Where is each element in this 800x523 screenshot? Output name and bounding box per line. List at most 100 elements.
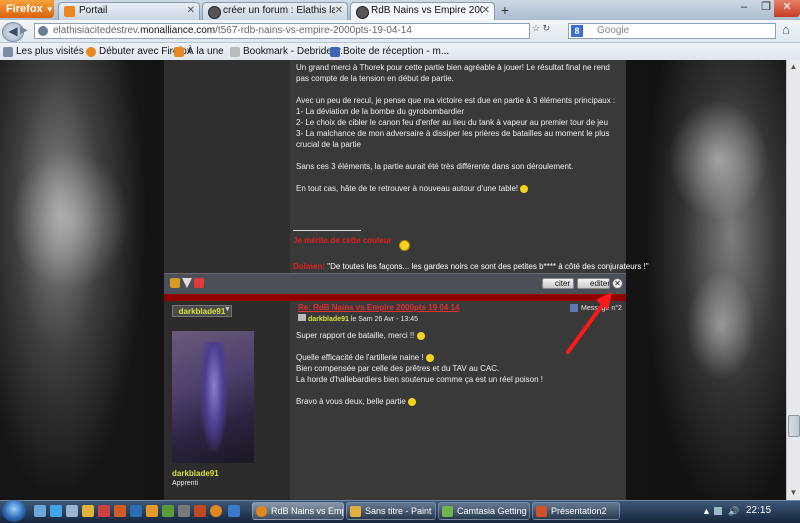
signature-line: Je mérite de cette couleur <box>293 236 392 245</box>
ie-icon[interactable] <box>50 505 62 517</box>
tab-label: RdB Nains vs Empire 2000pts 19 04 14 <box>371 5 483 16</box>
background-art-highlight <box>668 100 768 220</box>
poster-name-link[interactable]: darkblade91 <box>172 469 219 478</box>
taskbar-item-paint[interactable]: Sans titre - Paint <box>346 502 436 520</box>
report-icon[interactable] <box>194 278 204 288</box>
chevron-down-icon[interactable]: ▼ <box>224 306 231 313</box>
post-text: Un grand merci à Thorek pour cette parti… <box>296 63 610 83</box>
switch-windows-icon[interactable] <box>66 505 78 517</box>
taskbar-label: RdB Nains vs Empir... <box>271 506 343 516</box>
window-close-button[interactable]: ✕ <box>774 0 800 17</box>
bookmark-most-visited[interactable]: Les plus visités <box>3 44 84 59</box>
smiley-icon <box>520 184 529 193</box>
chevron-down-icon: ▼ <box>45 5 54 14</box>
paint-icon <box>350 506 361 517</box>
post-text: 2- Le choix de cibler le canon feu d'enf… <box>296 118 608 127</box>
show-desktop-icon[interactable] <box>34 505 46 517</box>
scroll-down-icon[interactable]: ▼ <box>787 486 800 499</box>
content-border-left <box>146 60 164 500</box>
tab-label: Portail <box>79 5 108 16</box>
firefox-icon[interactable] <box>210 505 222 517</box>
post-text: Sans ces 3 éléments, la partie aurait ét… <box>296 162 574 171</box>
bookmark-headlines[interactable]: À la une <box>174 44 224 59</box>
post2-author-link[interactable]: darkblade91 <box>308 316 349 323</box>
app-icon[interactable] <box>130 505 142 517</box>
taskbar-label: Sans titre - Paint <box>365 506 432 516</box>
app-icon[interactable] <box>98 505 110 517</box>
scroll-up-icon[interactable]: ▲ <box>787 60 800 73</box>
smiley-icon <box>408 397 417 406</box>
taskbar-label: Présentation2 <box>551 506 607 516</box>
start-button[interactable] <box>2 500 26 522</box>
app-icon[interactable] <box>114 505 126 517</box>
close-icon[interactable]: ✕ <box>482 3 490 19</box>
tab-creer-forum[interactable]: créer un forum : Elathis la Cité des Tr.… <box>202 2 348 20</box>
explorer-icon[interactable] <box>82 505 94 517</box>
taskbar-item-powerpoint[interactable]: Présentation2 <box>532 502 620 520</box>
scrollbar-thumb[interactable] <box>788 415 800 437</box>
tab-portail[interactable]: Portail ✕ <box>58 2 200 20</box>
app-icon[interactable] <box>146 505 158 517</box>
new-tab-button[interactable]: + <box>497 3 513 19</box>
post-icon <box>298 314 306 321</box>
content-border-right <box>626 60 648 500</box>
background-art-highlight <box>10 150 130 290</box>
bookmark-label: Boite de réception - m... <box>343 46 450 57</box>
username-label: darkblade91 <box>178 307 226 316</box>
chevron-up-icon[interactable]: ▲ <box>702 502 711 520</box>
taskbar-item-firefox[interactable]: RdB Nains vs Empir... <box>252 502 344 520</box>
signature-separator <box>293 230 361 231</box>
google-icon[interactable]: 8 <box>571 25 583 37</box>
firefox-icon <box>256 506 267 517</box>
forumactif-icon <box>208 6 221 19</box>
rss-icon <box>174 47 184 57</box>
bookmark-inbox[interactable]: Boite de réception - m... <box>330 44 449 59</box>
post-text: Bien compensée par celle des prêtres et … <box>296 364 500 373</box>
post1-profile-column <box>164 60 290 273</box>
post2-title-link[interactable]: Re: RdB Nains vs Empire 2000pts 19 04 14 <box>298 303 459 312</box>
minimize-button[interactable]: – <box>733 0 755 17</box>
signature-quote-line: Dolmen: "De toutes les façons... les gar… <box>293 262 649 271</box>
forward-button[interactable]: ▶ <box>20 24 34 38</box>
app-icon[interactable] <box>162 505 174 517</box>
site-identity-icon[interactable] <box>38 26 48 36</box>
username-button[interactable]: darkblade91 <box>172 305 232 317</box>
firefox-menu-button[interactable]: Firefox ▼ <box>0 0 54 18</box>
powerpoint-icon <box>536 506 547 517</box>
post-text: Avec un peu de recul, je pense que ma vi… <box>296 96 616 105</box>
url-domain: monalliance.com <box>140 25 216 36</box>
search-box[interactable]: Google <box>568 23 776 39</box>
reload-star-buttons[interactable]: ☆ ↻ <box>532 23 562 39</box>
background-art-highlight <box>686 270 756 380</box>
firefox-icon <box>86 47 96 57</box>
volume-icon[interactable]: 🔊 <box>728 502 739 520</box>
app-icon[interactable] <box>178 505 190 517</box>
url-path: /t567-rdb-nains-vs-empire-2000pts-19-04-… <box>215 25 412 36</box>
reload-icon[interactable]: ↻ <box>543 23 551 33</box>
close-icon[interactable]: ✕ <box>335 3 343 19</box>
network-icon[interactable] <box>714 507 722 515</box>
post-text: Super rapport de bataille, merci !! <box>296 331 415 340</box>
tab-label: créer un forum : Elathis la Cité des Tr.… <box>223 5 335 16</box>
post1-body: Un grand merci à Thorek pour cette parti… <box>296 62 622 194</box>
post-text: Bravo à vous deux, belle partie <box>296 397 406 406</box>
star-icon[interactable]: ☆ <box>532 23 540 33</box>
top-of-page-icon[interactable] <box>170 278 180 288</box>
post-text: La horde d'hallebardiers bien soutenue c… <box>296 375 544 384</box>
forumactif-icon <box>356 6 369 19</box>
taskbar-item-camtasia[interactable]: Camtasia Getting St... <box>438 502 530 520</box>
app-icon[interactable] <box>194 505 206 517</box>
app-icon[interactable] <box>228 505 240 517</box>
close-icon[interactable]: ✕ <box>187 3 195 19</box>
address-bar[interactable]: elathisiacitedestrev.monalliance.com/t56… <box>34 23 530 39</box>
post-text: Quelle efficacité de l'artillerie naine … <box>296 353 424 362</box>
quote-label: citer <box>555 279 571 288</box>
avatar-figure <box>200 342 228 452</box>
page-viewport: Un grand merci à Thorek pour cette parti… <box>0 60 786 500</box>
home-icon[interactable]: ⌂ <box>782 23 796 37</box>
signature-label: Dolmen: <box>293 262 325 271</box>
clock[interactable]: 22:15 <box>746 502 771 520</box>
poster-rank: Apprenti <box>172 480 199 487</box>
tab-rdb-nains[interactable]: RdB Nains vs Empire 2000pts 19 04 14 ✕ <box>350 2 495 20</box>
mail-icon <box>330 47 340 57</box>
